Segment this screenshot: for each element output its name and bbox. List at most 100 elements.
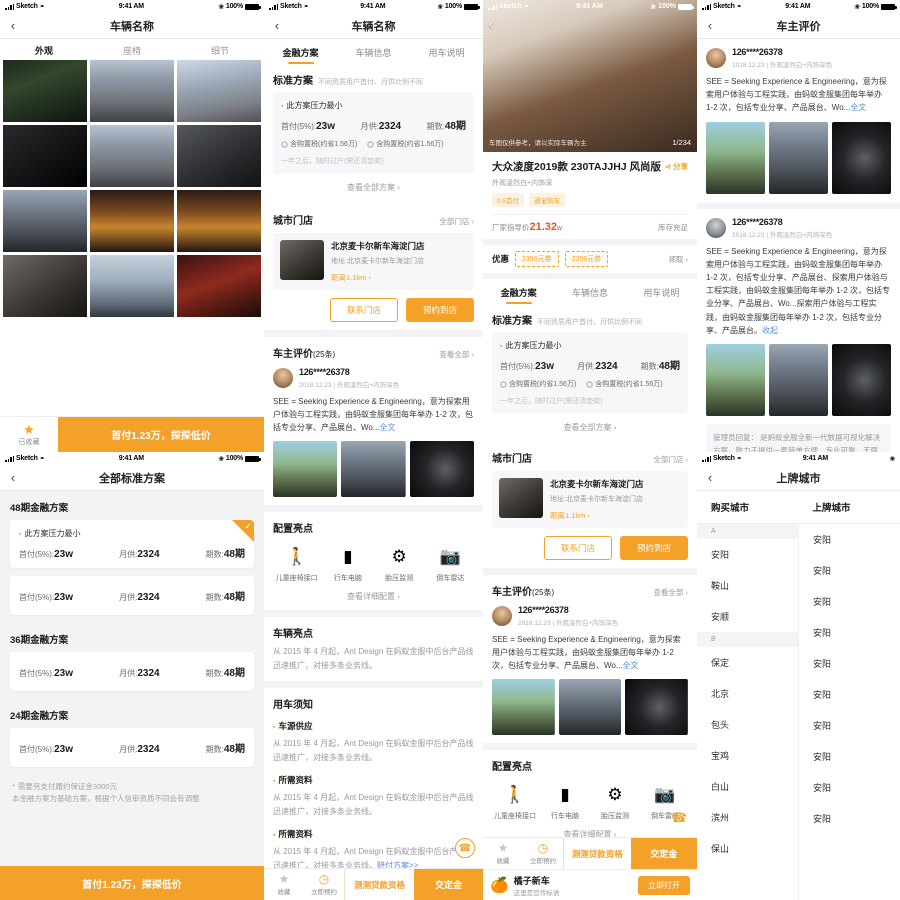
coupon-chip[interactable]: 2356元券 (564, 251, 609, 267)
city-item[interactable]: 安阳 (799, 617, 900, 648)
tab-usage-notes[interactable]: 用车说明 (410, 39, 483, 64)
contact-store-button[interactable]: 联系门店 (543, 536, 612, 560)
review-image[interactable] (341, 440, 406, 497)
plan-card[interactable]: 首付(5%):23w 月供:2324 期数:48期 (10, 728, 254, 767)
tab-usage-notes[interactable]: 用车说明 (626, 279, 697, 304)
plans-scroll[interactable]: 48期金融方案 ✓ 此方案压力最小 首付(5%):23w 月供:2324 期数:… (0, 491, 264, 866)
view-all-plans-link[interactable]: 查看全部方案 › (483, 414, 697, 442)
city-item[interactable]: 安阳 (799, 741, 900, 772)
test-loan-button[interactable]: 测测贷款资格 (563, 838, 631, 869)
tab-car-info[interactable]: 车辆信息 (554, 279, 625, 304)
gallery-photo[interactable] (90, 190, 174, 252)
city-item[interactable]: 安顺 (697, 601, 798, 632)
test-loan-button[interactable]: 测测贷款资格 (344, 869, 414, 900)
tabbar-favorite[interactable]: ★ 收藏 (264, 869, 304, 900)
store-card[interactable]: 北京麦卡尔新车海淀门店 地址:北京麦卡尔新车海淀门店 距离1.1km › (273, 233, 474, 290)
gallery-scroll[interactable]: 外观 座椅 细节 (0, 39, 264, 416)
city-item[interactable]: 白山 (697, 771, 798, 802)
review-image[interactable] (409, 440, 474, 497)
city-item[interactable]: 保山 (697, 833, 798, 864)
plan-card[interactable]: ✓ 此方案压力最小 首付(5%):23w 月供:2324 期数:48期 (10, 520, 254, 568)
review-expand-link[interactable]: 全文 (623, 661, 639, 670)
gallery-photo[interactable] (90, 60, 174, 122)
city-item[interactable]: 安阳 (799, 710, 900, 741)
gallery-photo[interactable] (3, 255, 87, 317)
gallery-photo[interactable] (177, 60, 261, 122)
gallery-photo[interactable] (3, 190, 87, 252)
config-item[interactable]: ▮ 行车电脑 (324, 544, 371, 583)
store-distance[interactable]: 距离1.1km › (550, 510, 644, 521)
review-image[interactable] (558, 678, 622, 735)
city-item[interactable]: 安阳 (799, 803, 900, 834)
buy-city-column[interactable]: A 安阳 鞍山 安顺 B 保定 北京 包头 宝鸡 白山 滨州 保山 (697, 524, 799, 900)
all-stores-link[interactable]: 全部门店 › (439, 216, 474, 227)
city-item[interactable]: 包头 (697, 709, 798, 740)
view-all-reviews-link[interactable]: 查看全部 › (439, 349, 474, 360)
gallery-photo[interactable] (3, 125, 87, 187)
book-store-button[interactable]: 预约到店 (405, 298, 474, 322)
city-item[interactable]: 安阳 (799, 679, 900, 710)
gallery-photo[interactable] (177, 255, 261, 317)
back-button[interactable]: ‹ (697, 471, 723, 484)
car-hero-image[interactable]: Sketch ◓ 9:41 AM ❀ 100% ‹ 车图仅供参考，请以实际车辆为… (483, 0, 697, 152)
store-card[interactable]: 北京麦卡尔新车海淀门店 地址:北京麦卡尔新车海淀门店 距离1.1km › (492, 471, 688, 528)
pay-deposit-button[interactable]: 交定金 (630, 838, 697, 869)
detail-scroll[interactable]: 金融方案 车辆信息 用车说明 标准方案 不同资质用户首付、月供比例不同 此方案压… (264, 39, 483, 900)
config-item[interactable]: 🚶 儿童座椅接口 (273, 544, 320, 583)
review-image[interactable] (769, 121, 828, 194)
city-item[interactable]: 安阳 (799, 555, 900, 586)
standard-plan-card[interactable]: 此方案压力最小 首付(5%):23w 月供:2324 期数:48期 含购置税(约… (492, 332, 688, 414)
back-button[interactable]: ‹ (264, 19, 290, 32)
tab-car-info[interactable]: 车辆信息 (337, 39, 410, 64)
review-image[interactable] (706, 343, 765, 416)
plan-card[interactable]: 首付(5%):23w 月供:2324 期数:48期 (10, 652, 254, 691)
review-image[interactable] (769, 343, 828, 416)
city-item[interactable]: 滨州 (697, 802, 798, 833)
standard-plan-card[interactable]: 此方案压力最小 首付(5%):23w 月供:2324 期数:48期 含购置税(约… (273, 92, 474, 174)
tabbar-favorite[interactable]: ★ 收藏 (483, 838, 523, 869)
back-button[interactable]: ‹ (0, 471, 26, 484)
reviews-scroll[interactable]: 126****26378 2018.12.23 | 外观凌烈白+内饰深色 SEE… (697, 39, 900, 452)
claim-coupon-link[interactable]: 领取 › (668, 254, 688, 265)
tabbar-book[interactable]: ◷ 立即预约 (523, 838, 563, 869)
back-button[interactable]: ‹ (697, 19, 723, 32)
favorite-button[interactable]: ★ 已收藏 (0, 417, 58, 452)
config-item[interactable]: 📷 倒车雷达 (427, 544, 474, 583)
review-image[interactable] (625, 678, 689, 735)
tab-finance-plan[interactable]: 金融方案 (264, 39, 337, 64)
share-button[interactable]: ⊲ 分享 (665, 161, 688, 172)
gallery-tab-seats[interactable]: 座椅 (88, 44, 176, 57)
city-item[interactable]: 安阳 (799, 524, 900, 555)
city-item[interactable]: 保定 (697, 647, 798, 678)
plans-cta-button[interactable]: 首付1.23万，探探低价 (0, 866, 264, 900)
car-scroll[interactable]: 大众凌度2019款 230TAJJHJ 风尚版 ⊲ 分享 外观凌烈白+内饰深 0.… (483, 152, 697, 900)
gallery-photo[interactable] (90, 125, 174, 187)
gallery-photo[interactable] (177, 125, 261, 187)
city-item[interactable]: 安阳 (799, 772, 900, 803)
config-item[interactable]: ⚙ 胎压监测 (376, 544, 423, 583)
review-image[interactable] (273, 440, 338, 497)
license-city-column[interactable]: 安阳 安阳 安阳 安阳 安阳 安阳 安阳 安阳 安阳 安阳 (799, 524, 900, 900)
view-all-reviews-link[interactable]: 查看全部 › (653, 587, 688, 598)
city-item[interactable]: 安阳 (697, 539, 798, 570)
config-item[interactable]: ⚙ 胎压监测 (592, 782, 638, 821)
review-image[interactable] (832, 121, 891, 194)
tab-finance-plan[interactable]: 金融方案 (483, 279, 554, 304)
review-collapse-link[interactable]: 收起 (762, 326, 778, 335)
phone-icon[interactable]: ☎ (669, 808, 689, 828)
back-button[interactable]: ‹ (0, 19, 26, 32)
phone-icon[interactable]: ☎ (455, 838, 475, 858)
review-image[interactable] (832, 343, 891, 416)
city-item[interactable]: 安阳 (799, 648, 900, 679)
review-image[interactable] (492, 678, 555, 735)
coupon-chip[interactable]: 2356元券 (515, 251, 559, 267)
gallery-photo[interactable] (3, 60, 87, 122)
back-button[interactable]: ‹ (489, 16, 493, 31)
tabbar-book[interactable]: ◷ 立即预约 (304, 869, 344, 900)
review-image[interactable] (706, 121, 765, 194)
gallery-tab-details[interactable]: 细节 (176, 44, 264, 57)
city-item[interactable]: 鞍山 (697, 570, 798, 601)
gallery-photo[interactable] (90, 255, 174, 317)
plan-card[interactable]: 首付(5%):23w 月供:2324 期数:48期 (10, 576, 254, 615)
pay-deposit-button[interactable]: 交定金 (414, 869, 483, 900)
